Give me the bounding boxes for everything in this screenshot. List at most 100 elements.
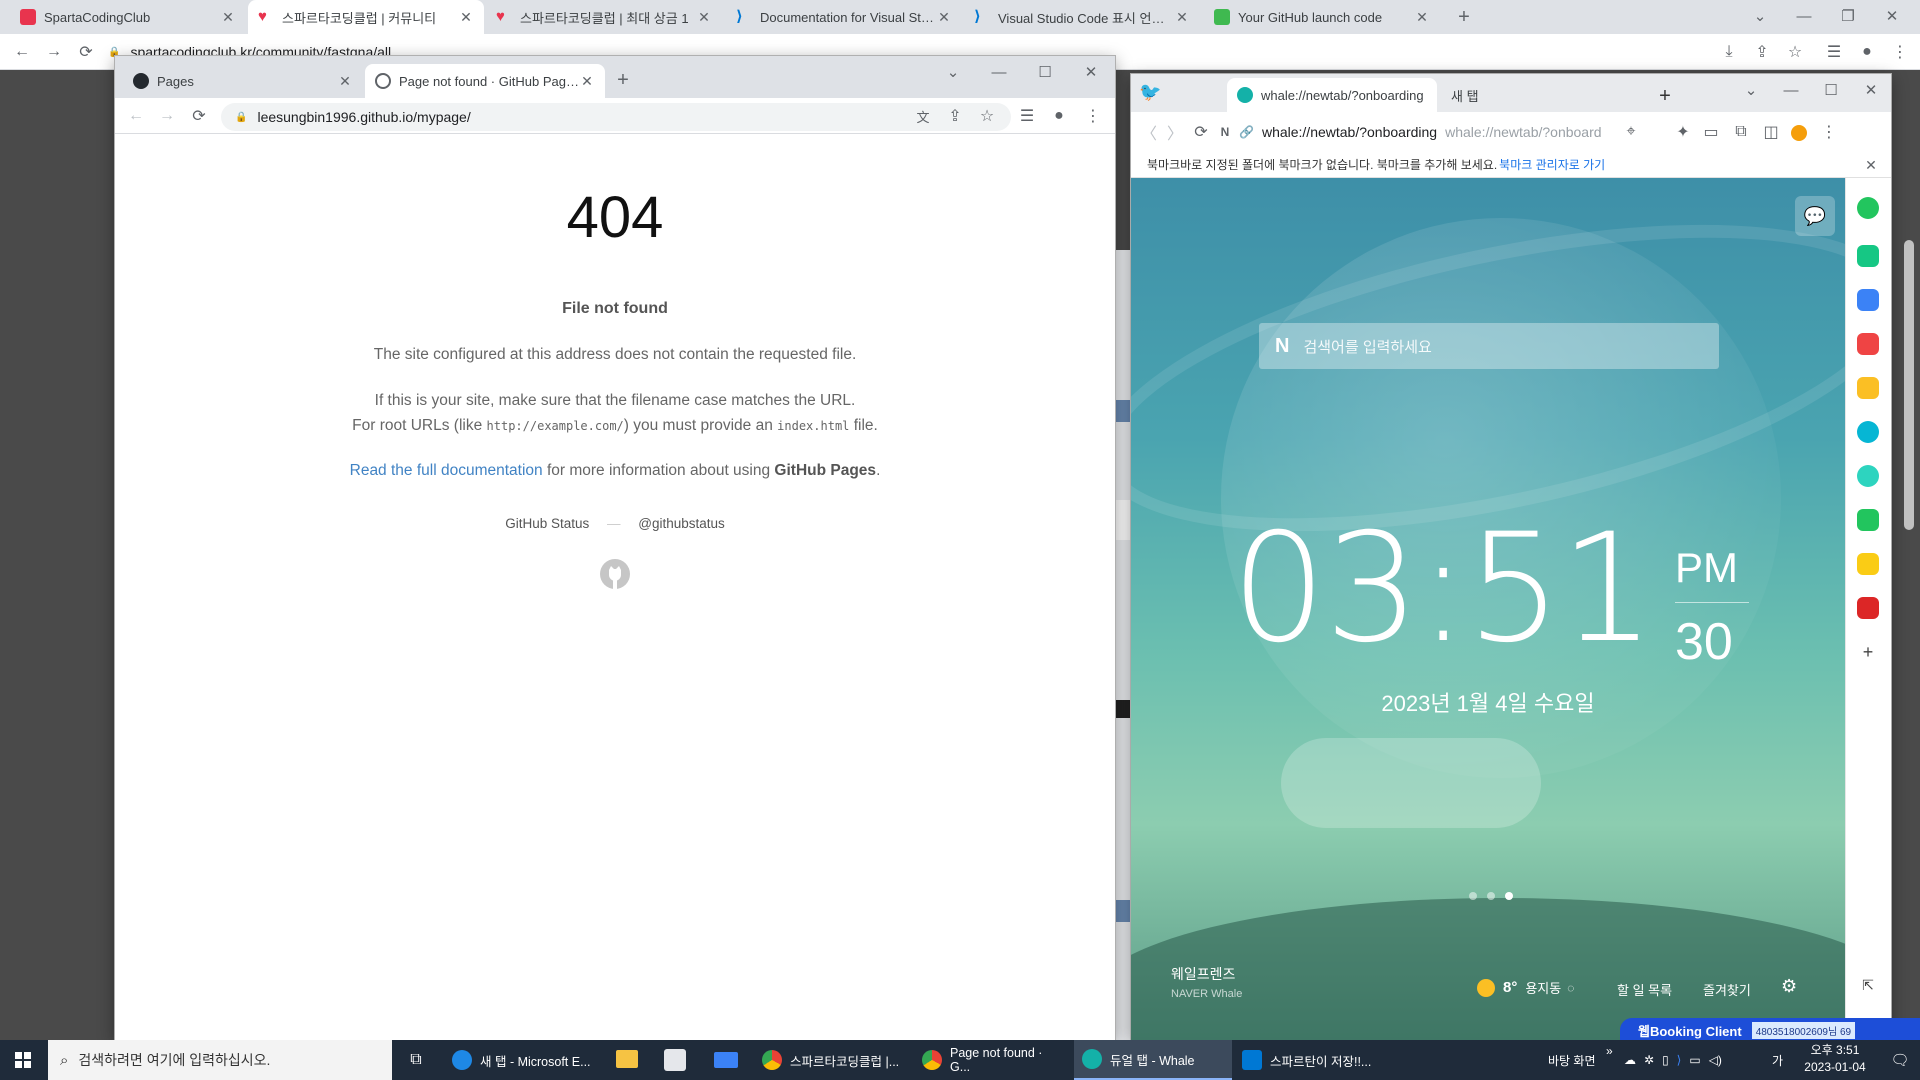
close-icon[interactable]: ✕ [220,9,236,26]
close-bookmark-bar-icon[interactable]: ✕ [1857,152,1885,178]
whale-address-bar[interactable]: 🔗 whale://newtab/?onboarding whale://new… [1239,118,1609,146]
taskbar-item-edge[interactable]: 새 탭 - Microsoft E... [444,1040,600,1080]
close-icon[interactable]: ✕ [337,73,353,90]
outer-scrollbar[interactable] [1904,240,1914,530]
close-icon[interactable]: ✕ [696,9,712,26]
whale-sidebar-toggle-icon[interactable]: 🐦 [1139,82,1191,108]
sidebar-edge-icon[interactable] [1857,421,1879,443]
forward-arrow-icon[interactable]: 〉 [1161,118,1189,146]
tab-search-chevron-icon[interactable]: ⌄ [1738,0,1782,32]
outer-tab-6[interactable]: Your GitHub launch code ✕ [1204,0,1440,34]
forward-arrow-icon[interactable]: → [153,102,181,130]
menu-kebab-icon[interactable]: ⋮ [1079,102,1107,130]
taskbar-item-whale[interactable]: 듀얼 탭 - Whale [1074,1040,1232,1080]
documentation-link[interactable]: Read the full documentation [350,462,543,479]
outer-tab-3[interactable]: ♥ 스파르타코딩클럽 | 최대 상금 1 ✕ [486,0,722,34]
sidebar-chat-icon[interactable] [1857,245,1879,267]
usb-icon[interactable]: ▯ [1662,1053,1669,1067]
menu-kebab-icon[interactable]: ⋮ [1886,38,1914,66]
star-icon[interactable]: ☆ [973,102,1001,130]
gh-address-bar[interactable]: 🔒 leesungbin1996.github.io/mypage/ [221,103,1011,131]
github-octocat-icon[interactable] [599,558,631,590]
close-icon[interactable]: ✕ [936,9,952,26]
sidebar-memo-icon[interactable] [1857,553,1879,575]
reading-list-icon[interactable]: ☰ [1820,38,1848,66]
notification-center-icon[interactable]: 🗨 [1880,1040,1920,1080]
brand-title[interactable]: 웨일프렌즈 [1171,964,1235,984]
translate-icon[interactable]: 文 [909,102,937,130]
chat-bubble-button[interactable]: 💬 [1795,196,1835,236]
vscode-tray-icon[interactable]: ⟩ [1677,1053,1682,1067]
file-explorer-icon[interactable] [616,1050,638,1068]
taskbar-item-vscode[interactable]: 스파르탄이 저장!!... [1234,1040,1392,1080]
desktop-toolbar-label[interactable]: 바탕 화면 [1548,1052,1596,1069]
sidebar-pocket-icon[interactable] [1857,333,1879,355]
new-tab-button[interactable]: + [609,66,637,94]
new-tab-button[interactable]: + [1651,82,1679,110]
network-gear-icon[interactable]: ✲ [1644,1053,1654,1067]
back-arrow-icon[interactable]: 〈 [1135,118,1163,146]
minimize-button[interactable]: — [977,56,1021,88]
profile-avatar-icon[interactable] [1791,125,1807,141]
sidebar-external-icon[interactable]: ⇱ [1857,974,1879,996]
tray-icons[interactable]: ☁ ✲ ▯ ⟩ ▭ ◁) [1624,1050,1766,1070]
menu-kebab-icon[interactable]: ⋮ [1815,118,1843,146]
carousel-dot-active[interactable] [1505,892,1513,900]
mail-icon[interactable] [714,1052,738,1068]
bookmark-manager-link[interactable]: 북마크 관리자로 가기 [1499,156,1605,173]
sidebar-green-app-icon[interactable] [1857,197,1879,219]
outer-tab-4[interactable]: ⟩ Documentation for Visual Studi ✕ [726,0,962,34]
favorites-button[interactable]: 즐겨찾기 [1703,980,1751,999]
sidebar-calendar-icon[interactable] [1857,289,1879,311]
ime-indicator[interactable]: 가 [1772,1052,1783,1069]
tray-overflow-icon[interactable]: » [1606,1044,1613,1058]
githubstatus-link[interactable]: @githubstatus [638,516,725,531]
taskbar-clock[interactable]: 오후 3:51 2023-01-04 [1792,1042,1878,1076]
profile-avatar-icon[interactable]: ● [1853,38,1881,66]
volume-icon[interactable]: ◁) [1709,1053,1722,1067]
taskbar-item-chrome-404[interactable]: Page not found · G... [914,1040,1072,1080]
restore-button[interactable]: ❐ [1826,0,1870,32]
star-icon[interactable]: ☆ [1781,38,1809,66]
taskbar-item-chrome-sparta[interactable]: 스파르타코딩클럽 |... [754,1040,912,1080]
outer-tab-5[interactable]: ⟩ Visual Studio Code 표시 언어(동 ✕ [964,0,1200,34]
sidebar-now-icon[interactable] [1857,597,1879,619]
profile-avatar-icon[interactable]: ● [1045,102,1073,130]
minimize-button[interactable]: — [1782,0,1826,32]
refresh-icon[interactable]: ◌ [1567,981,1574,995]
close-icon[interactable]: ✕ [579,73,595,90]
close-window-button[interactable]: ✕ [1069,56,1113,88]
close-icon[interactable]: ✕ [1414,9,1430,26]
outer-tab-2[interactable]: ♥ 스파르타코딩클럽 | 커뮤니티 ✕ [248,0,484,34]
onedrive-icon[interactable]: ☁ [1624,1053,1636,1067]
new-tab-button[interactable]: + [1450,3,1478,31]
share-icon[interactable]: ⇪ [1748,38,1776,66]
forward-arrow-icon[interactable]: → [40,38,68,66]
sidebar-play-icon[interactable] [1857,465,1879,487]
capture-icon[interactable]: ▭ [1697,118,1725,146]
close-window-button[interactable]: ✕ [1870,0,1914,32]
close-icon[interactable]: ✕ [458,9,474,26]
carousel-dot[interactable] [1487,892,1495,900]
back-arrow-icon[interactable]: ← [8,38,36,66]
maximize-button[interactable]: ☐ [1023,56,1067,88]
weather-widget[interactable]: 8° 용지동 ◌ [1477,978,1574,997]
whale-search-box[interactable]: N 검색어를 입력하세요 [1259,323,1719,369]
outer-tab-1[interactable]: SpartaCodingClub ✕ [10,0,246,34]
task-view-icon[interactable]: ⧉ [400,1040,432,1080]
sidebar-star-icon[interactable] [1857,377,1879,399]
booking-client-badge[interactable]: 웹Booking Client 4803518002609님 69 [1620,1018,1920,1042]
download-icon[interactable]: ⤓ [1715,38,1743,66]
gh-tab-pages[interactable]: Pages ✕ [123,64,363,98]
tab-search-chevron-icon[interactable]: ⌄ [931,56,975,88]
tab-list-chevron-icon[interactable]: ⌄ [1731,74,1771,106]
wifi-icon[interactable]: ▭ [1689,1053,1700,1067]
windows-start-icon[interactable] [0,1040,46,1080]
location-pin-icon[interactable]: ⌖ [1617,118,1645,146]
whale-tab-onboarding[interactable]: whale://newtab/?onboarding [1227,78,1437,112]
close-window-button[interactable]: ✕ [1851,74,1891,106]
store-icon[interactable] [664,1049,686,1071]
settings-gear-icon[interactable]: ⚙ [1781,976,1797,997]
extensions-icon[interactable]: ✦ [1669,118,1697,146]
close-icon[interactable]: ✕ [1174,9,1190,26]
